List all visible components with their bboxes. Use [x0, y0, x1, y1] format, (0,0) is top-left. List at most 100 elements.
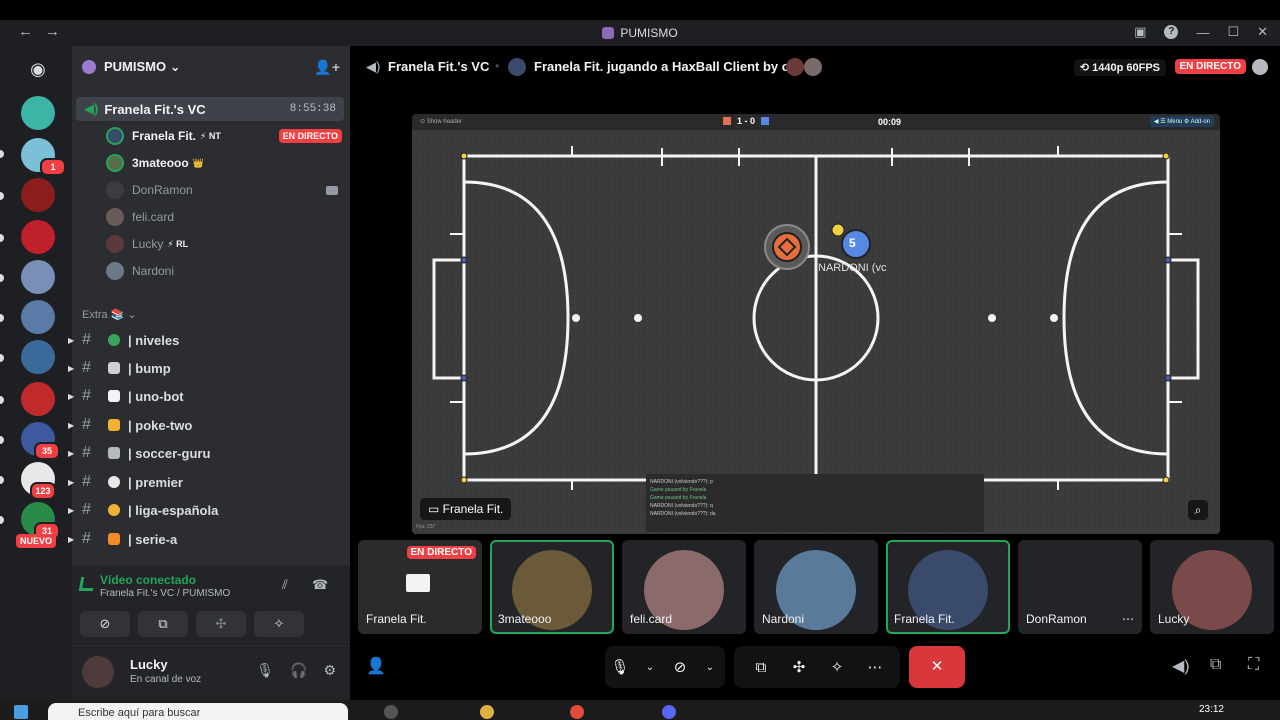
server-icon-3[interactable] [21, 178, 55, 212]
voice-channel-row[interactable]: ◀) Franela Fit.'s VC 8:55:38 [76, 97, 344, 121]
participant-tile[interactable]: DonRamon ⋯ [1018, 540, 1142, 634]
voice-status[interactable]: Vídeo conectado [100, 573, 196, 587]
category-header[interactable]: Extra 📚 ⌄ [82, 308, 137, 321]
unread-marker: ▶ [68, 335, 75, 345]
task-view-icon[interactable] [384, 705, 398, 719]
game-chat-log: NARDONI (volviendo???): p Game paused by… [646, 474, 984, 532]
member-name: Lucky [132, 237, 164, 251]
call-controls: 👤 🎙 ⌄ ⊘ ⌄ ⧉ ✣ ✧ ⋯ ✕ ◀) ⧉ ⛶ [350, 644, 1280, 692]
participant-tile[interactable]: Nardoni [754, 540, 878, 634]
channel-name: | soccer-guru [128, 445, 211, 461]
disconnect-icon[interactable]: ☎ [312, 577, 328, 593]
text-channel-liga-espanola[interactable]: ▶ # | liga-española [68, 497, 350, 523]
mention-badge: 123 [30, 482, 56, 500]
voice-member[interactable]: Lucky ⚡ RL [106, 233, 342, 255]
screen-share-icon[interactable]: ⧉ [742, 659, 780, 676]
inbox-icon[interactable]: ▣ [1134, 24, 1146, 40]
popout-icon[interactable]: ⧉ [1210, 656, 1221, 674]
server-icon-1[interactable] [21, 96, 55, 130]
fullscreen-icon[interactable]: ⛶ [1248, 656, 1259, 674]
user-panel: Lucky En canal de voz 🎙 🎧 ⚙ [72, 646, 350, 700]
member-name: feli.card [132, 210, 175, 224]
headphones-icon[interactable]: 🎧 [290, 662, 307, 679]
signal-icon[interactable] [78, 577, 96, 591]
voice-member[interactable]: Nardoni [106, 260, 342, 282]
user-name[interactable]: Lucky [130, 657, 168, 672]
chevron-down-icon[interactable]: ⌄ [695, 662, 725, 673]
microphone-icon[interactable]: 🎙 [605, 658, 635, 676]
server-icon-7[interactable] [21, 340, 55, 374]
chrome-icon[interactable] [570, 705, 584, 719]
server-header[interactable]: PUMISMO ⌄ 👤+ [72, 46, 350, 88]
activities-icon[interactable]: ✣ [780, 658, 818, 676]
server-name: PUMISMO ⌄ [104, 59, 181, 74]
participant-tile[interactable]: Lucky [1150, 540, 1274, 634]
zoom-icon[interactable]: ⌕ [1188, 500, 1208, 520]
server-icon-6[interactable] [21, 300, 55, 334]
live-badge: EN DIRECTO [406, 546, 476, 559]
chat-line: NARDONI (volviendo???): p [650, 479, 713, 485]
noise-suppression-icon[interactable]: ⫽ [282, 577, 288, 593]
text-channel-niveles[interactable]: ▶ # | niveles [68, 327, 350, 353]
invite-icon[interactable]: 👤+ [314, 59, 340, 76]
unread-pill [0, 192, 4, 200]
file-explorer-icon[interactable] [480, 705, 494, 719]
server-icon-5[interactable] [21, 260, 55, 294]
text-channel-poke-two[interactable]: ▶ # | poke-two [68, 412, 350, 438]
gear-icon[interactable]: ⚙ [323, 662, 336, 679]
server-icon-4[interactable] [21, 220, 55, 254]
minimize-button[interactable]: — [1196, 25, 1209, 40]
user-status: En canal de voz [130, 674, 202, 685]
unread-pill [0, 354, 4, 362]
server-icon-8[interactable] [21, 382, 55, 416]
taskbar-clock[interactable]: 23:12 [1199, 704, 1224, 715]
text-channel-uno-bot[interactable]: ▶ # | uno-bot [68, 383, 350, 409]
server-rail: ◉ 1 35 123 31 NUEVO [0, 46, 72, 700]
taskbar-search[interactable]: Escribe aquí para buscar [48, 703, 348, 720]
chat-icon[interactable] [1252, 59, 1268, 75]
more-options-icon[interactable]: ⋯ [856, 658, 894, 676]
participant-tile[interactable]: feli.card [622, 540, 746, 634]
discord-home-icon[interactable]: ◉ [21, 52, 55, 86]
participant-tile[interactable]: Franela Fit. [886, 540, 1010, 634]
text-channel-serie-a[interactable]: ▶ # | serie-a [68, 526, 350, 552]
avatar [106, 235, 124, 253]
volume-icon[interactable]: ◀) [1172, 656, 1190, 676]
participant-tile[interactable]: 3mateooo [490, 540, 614, 634]
participant-tile-stream[interactable]: EN DIRECTO Franela Fit. [358, 540, 482, 634]
close-button[interactable]: ✕ [1257, 24, 1268, 40]
voice-member[interactable]: 3mateooo 👑 [106, 152, 342, 174]
avatar [508, 58, 526, 76]
voice-member[interactable]: Franela Fit. ⚡ NT EN DIRECTO [106, 125, 342, 147]
flag-icon [108, 533, 120, 545]
text-channel-premier[interactable]: ▶ # | premier [68, 469, 350, 495]
leave-call-button[interactable]: ✕ [909, 646, 965, 688]
camera-off-button[interactable]: ⊘ [80, 611, 130, 637]
activities-button[interactable]: ✣ [196, 611, 246, 637]
voice-location[interactable]: Franela Fit.'s VC / PUMISMO [100, 588, 230, 599]
stream-quality[interactable]: ⟲ 1440p 60FPS [1073, 59, 1166, 76]
maximize-button[interactable]: ☐ [1227, 24, 1239, 40]
add-person-icon[interactable]: 👤 [366, 656, 386, 676]
soundboard-button[interactable]: ✧ [254, 611, 304, 637]
help-icon[interactable]: ? [1164, 25, 1179, 39]
participant-name: Nardoni [762, 612, 805, 626]
microphone-icon[interactable]: 🎙 [256, 662, 274, 679]
unread-marker: ▶ [68, 420, 75, 430]
unread-pill [0, 396, 4, 404]
discord-icon[interactable] [662, 705, 676, 719]
soundboard-icon[interactable]: ✧ [818, 658, 856, 676]
chevron-down-icon[interactable]: ⌄ [635, 662, 665, 673]
more-options-icon[interactable]: ⋯ [1122, 612, 1134, 626]
voice-member[interactable]: feli.card [106, 206, 342, 228]
text-channel-bump[interactable]: ▶ # | bump [68, 355, 350, 381]
screen-share-button[interactable]: ⧉ [138, 611, 188, 637]
voice-member[interactable]: DonRamon [106, 179, 342, 201]
unread-pill [0, 314, 4, 322]
stream-view[interactable]: ⊙ Show header 1 - 0 00:09 ◀ ☰ Menu ⚙ Add… [412, 114, 1220, 534]
speaker-icon: ◀) [84, 101, 99, 116]
avatar[interactable] [82, 656, 114, 688]
windows-start-icon[interactable] [14, 705, 28, 719]
text-channel-soccer-guru[interactable]: ▶ # | soccer-guru [68, 440, 350, 466]
camera-off-icon[interactable]: ⊘ [665, 658, 695, 676]
